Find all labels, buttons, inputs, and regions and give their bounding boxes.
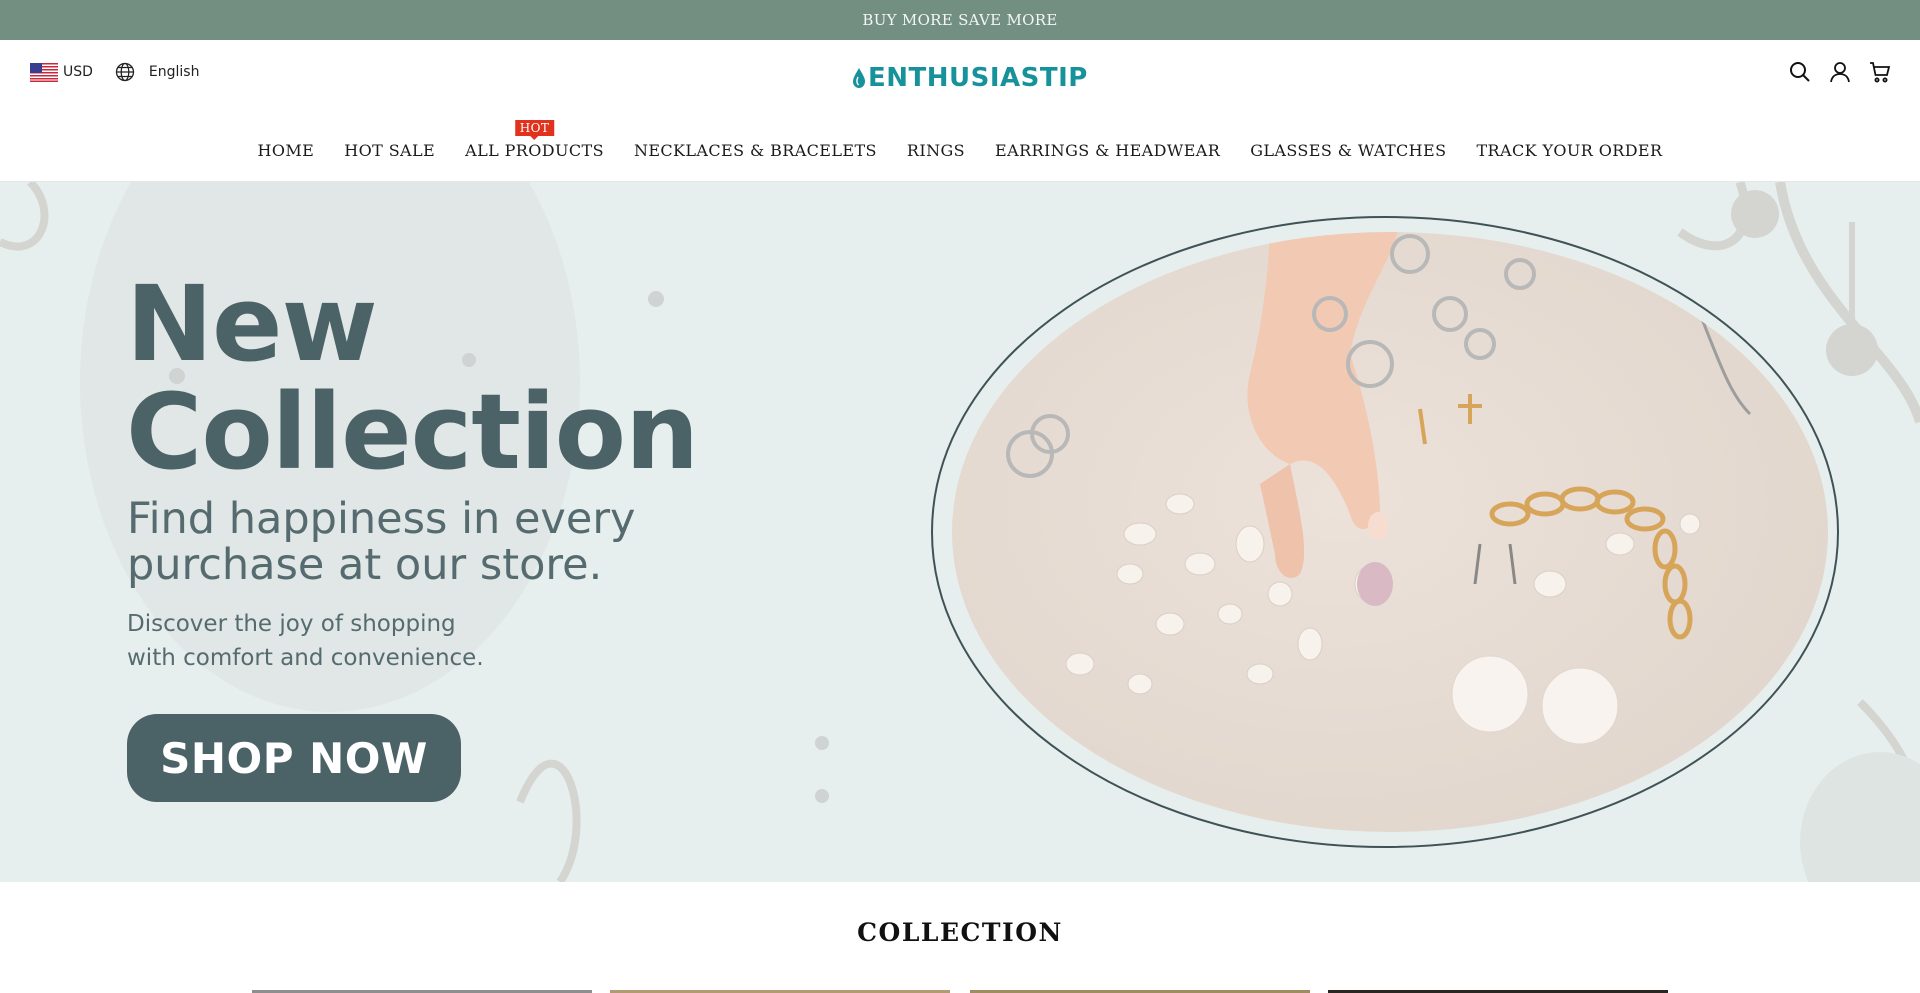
hero-title: New Collection [126, 263, 699, 493]
nav-item-home[interactable]: HOME [258, 141, 315, 160]
main-navigation: HOME HOT SALE HOT ALL PRODUCTS NECKLACES… [0, 119, 1920, 164]
nav-item-earrings-headwear[interactable]: EARRINGS & HEADWEAR [995, 141, 1220, 160]
hero-subtitle: Find happiness in every purchase at our … [127, 494, 636, 590]
nav-item-hot-sale[interactable]: HOT SALE [344, 141, 435, 160]
account-icon[interactable] [1828, 60, 1852, 84]
logo-drop-icon [853, 68, 865, 88]
currency-label: USD [63, 64, 93, 80]
collection-heading: COLLECTION [857, 918, 1063, 947]
nav-item-all-products[interactable]: HOT ALL PRODUCTS [465, 119, 604, 160]
nav-item-necklaces-bracelets[interactable]: NECKLACES & BRACELETS [634, 141, 877, 160]
hero-jewelry-image [931, 216, 1839, 848]
site-header: USD English ENTHUSIASTIP HOME HOT SALE H… [0, 40, 1920, 182]
hero-banner: New Collection Find happiness in every p… [0, 182, 1920, 882]
header-actions [1788, 60, 1892, 84]
language-selector[interactable]: English [115, 62, 200, 82]
hero-description: Discover the joy of shopping with comfor… [127, 611, 484, 671]
announcement-text: BUY MORE SAVE MORE [862, 11, 1058, 29]
hot-badge: HOT [514, 119, 555, 140]
language-label: English [148, 64, 200, 80]
shop-now-button[interactable]: SHOP NOW [127, 714, 461, 802]
announcement-bar: BUY MORE SAVE MORE [0, 0, 1920, 40]
store-logo[interactable]: ENTHUSIASTIP [852, 62, 1088, 94]
locale-selector: USD English [30, 62, 199, 82]
search-icon[interactable] [1788, 60, 1812, 84]
globe-icon [115, 62, 135, 82]
nav-item-glasses-watches[interactable]: GLASSES & WATCHES [1250, 141, 1446, 160]
us-flag-icon [30, 62, 58, 82]
currency-selector[interactable]: USD [30, 62, 93, 82]
cart-icon[interactable] [1868, 60, 1892, 84]
nav-item-track-order[interactable]: TRACK YOUR ORDER [1476, 141, 1662, 160]
nav-item-rings[interactable]: RINGS [907, 141, 965, 160]
logo-text: ENTHUSIASTIP [868, 63, 1088, 93]
